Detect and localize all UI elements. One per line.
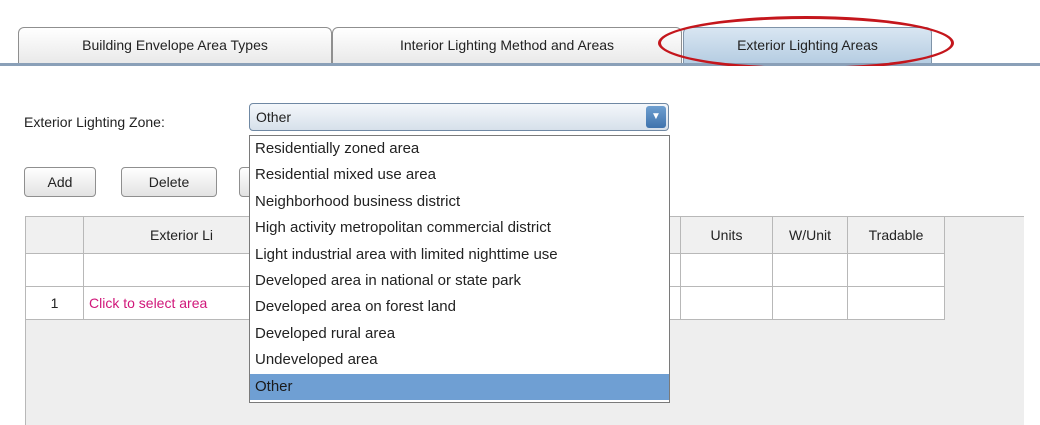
add-button[interactable]: Add bbox=[24, 167, 96, 197]
tab-interior-lighting-method-and-areas[interactable]: Interior Lighting Method and Areas bbox=[332, 27, 682, 63]
exterior-lighting-zone-select[interactable]: Other ▼ bbox=[249, 103, 669, 131]
table-header-row-number bbox=[26, 217, 84, 254]
table-cell[interactable] bbox=[848, 287, 945, 320]
zone-option-neighborhood-business[interactable]: Neighborhood business district bbox=[250, 189, 669, 215]
zone-option-national-state-park[interactable]: Developed area in national or state park bbox=[250, 268, 669, 294]
tab-strip: Building Envelope Area Types Interior Li… bbox=[0, 0, 1040, 70]
table-cell[interactable] bbox=[681, 287, 773, 320]
zone-select-value: Other bbox=[256, 109, 292, 125]
zone-option-light-industrial[interactable]: Light industrial area with limited night… bbox=[250, 242, 669, 268]
table-cell[interactable] bbox=[773, 254, 848, 287]
tab-building-envelope-area-types[interactable]: Building Envelope Area Types bbox=[18, 27, 332, 63]
table-cell[interactable] bbox=[773, 287, 848, 320]
zone-option-high-activity-metropolitan[interactable]: High activity metropolitan commercial di… bbox=[250, 215, 669, 241]
table-header-units[interactable]: Units bbox=[681, 217, 773, 254]
zone-option-undeveloped[interactable]: Undeveloped area bbox=[250, 347, 669, 373]
tab-exterior-lighting-areas[interactable]: Exterior Lighting Areas bbox=[683, 27, 932, 63]
exterior-lighting-zone-label: Exterior Lighting Zone: bbox=[24, 114, 165, 130]
table-header-w-unit[interactable]: W/Unit bbox=[773, 217, 848, 254]
zone-dropdown-list[interactable]: Residentially zoned area Residential mix… bbox=[249, 135, 670, 403]
chevron-down-icon[interactable]: ▼ bbox=[646, 106, 666, 128]
zone-option-developed-rural[interactable]: Developed rural area bbox=[250, 321, 669, 347]
table-header-tradable[interactable]: Tradable bbox=[848, 217, 945, 254]
table-cell bbox=[26, 254, 84, 287]
table-cell[interactable] bbox=[848, 254, 945, 287]
table-cell[interactable] bbox=[681, 254, 773, 287]
zone-option-residential-mixed-use[interactable]: Residential mixed use area bbox=[250, 162, 669, 188]
delete-button[interactable]: Delete bbox=[121, 167, 217, 197]
zone-option-forest-land[interactable]: Developed area on forest land bbox=[250, 294, 669, 320]
zone-option-residentially-zoned[interactable]: Residentially zoned area bbox=[250, 136, 669, 162]
zone-option-other[interactable]: Other bbox=[250, 373, 669, 400]
table-row-number: 1 bbox=[26, 287, 84, 320]
